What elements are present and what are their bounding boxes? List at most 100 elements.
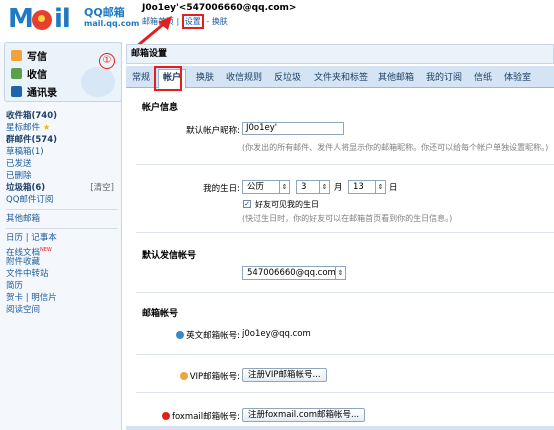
- receive-mail-button[interactable]: 收信: [11, 65, 47, 81]
- divider: [136, 164, 554, 165]
- resume[interactable]: 简历: [6, 280, 118, 292]
- register-vip-button[interactable]: 注册VIP邮箱帐号...: [242, 368, 327, 382]
- attachment-favorites[interactable]: 附件收藏: [6, 256, 118, 268]
- english-account-value: j0o1ey@qq.com: [242, 329, 311, 339]
- header: M il QQ邮箱 mail.qq.com J0o1ey'<547006660@…: [0, 0, 554, 54]
- english-account-icon: [176, 331, 185, 339]
- mail-logo[interactable]: M il: [8, 4, 80, 34]
- english-account-label: 英文邮箱帐号:: [146, 329, 240, 341]
- write-mail-button[interactable]: 写信: [11, 47, 47, 63]
- folder-subscription[interactable]: QQ邮件订阅: [6, 194, 118, 206]
- folder-spam-label: 垃圾箱(6): [6, 183, 46, 193]
- brand-box: QQ邮箱 mail.qq.com: [84, 6, 140, 29]
- dropdown-arrow-icon: ⇕: [375, 181, 385, 193]
- brand-box-domain: mail.qq.com: [84, 19, 140, 28]
- tab-account[interactable]: 帐户: [158, 69, 187, 89]
- folder-drafts[interactable]: 草稿箱(1): [6, 146, 118, 158]
- dropdown-arrow-icon: ⇕: [335, 267, 345, 279]
- dropdown-arrow-icon: ⇕: [319, 181, 329, 193]
- logo-letter-m: M: [8, 4, 34, 34]
- folder-starred-label: 星标邮件: [6, 123, 41, 133]
- vip-account-label: VIP邮箱帐号:: [146, 370, 240, 382]
- skin-link[interactable]: - 换肤: [206, 17, 227, 26]
- tab-rules[interactable]: 收信规则: [226, 70, 262, 88]
- divider: [136, 292, 554, 293]
- online-docs[interactable]: 在线文档NEW: [6, 244, 118, 258]
- tab-subscriptions[interactable]: 我的订阅: [426, 70, 462, 88]
- link-separator: |: [176, 17, 180, 26]
- folder-deleted[interactable]: 已删除: [6, 170, 118, 182]
- vip-account-icon: [179, 372, 188, 380]
- divider: [136, 354, 554, 355]
- new-badge: NEW: [40, 247, 52, 253]
- tab-folders-labels[interactable]: 文件夹和标签: [314, 70, 368, 88]
- divider: [6, 209, 118, 210]
- home-link[interactable]: 邮箱首页: [142, 17, 174, 26]
- tab-labs[interactable]: 体验室: [504, 70, 531, 88]
- calendar-type-value: 公历: [247, 182, 265, 192]
- receive-mail-label: 收信: [27, 69, 47, 81]
- contacts-label: 通讯录: [27, 87, 57, 99]
- sidebar: 写信 收信 通讯录 ① 收件箱(740) 星标邮件 ★ 群邮件(574) 草稿箱…: [0, 42, 122, 430]
- settings-tabs: 常规 帐户 换肤 收信规则 反垃圾 文件夹和标签 其他邮箱 我的订阅 信纸 体验…: [126, 66, 554, 91]
- month-value: 3: [301, 182, 307, 192]
- tab-stationery[interactable]: 信纸: [474, 70, 492, 88]
- folder-inbox[interactable]: 收件箱(740): [6, 110, 118, 122]
- settings-panel: 邮箱设置 常规 帐户 换肤 收信规则 反垃圾 文件夹和标签 其他邮箱 我的订阅 …: [126, 44, 554, 430]
- logo-letters-il: il: [54, 4, 71, 34]
- vip-account-label-text: VIP邮箱帐号:: [189, 372, 240, 382]
- quick-actions: 写信 收信 通讯录 ①: [4, 42, 122, 102]
- section-account-info: 帐户信息: [142, 103, 179, 113]
- day-unit: 日: [389, 183, 398, 193]
- annotation-badge: ①: [99, 53, 115, 69]
- tab-other-mailboxes[interactable]: 其他邮箱: [378, 70, 414, 88]
- star-icon: ★: [42, 123, 51, 133]
- pencil-icon: [11, 49, 22, 61]
- foxmail-icon: [161, 412, 170, 420]
- tab-general[interactable]: 常规: [132, 70, 150, 88]
- folder-sent[interactable]: 已发送: [6, 158, 118, 170]
- dropdown-arrow-icon: ⇕: [279, 181, 289, 193]
- logo-circle-icon: [32, 10, 52, 30]
- default-sender-select[interactable]: 547006660@qq.com ⇕: [242, 266, 346, 280]
- birthday-label: 我的生日:: [203, 184, 240, 194]
- folder-starred[interactable]: 星标邮件 ★: [6, 122, 118, 134]
- tab-skin[interactable]: 换肤: [196, 70, 214, 88]
- reading-space[interactable]: 阅读空间: [6, 304, 118, 316]
- section-default-sender: 默认发信帐号: [142, 251, 197, 261]
- calendar-notes[interactable]: 日历 | 记事本: [6, 232, 118, 244]
- day-select[interactable]: 13 ⇕: [348, 180, 386, 194]
- divider: [136, 392, 554, 393]
- other-mailboxes[interactable]: 其他邮箱: [6, 213, 118, 225]
- month-unit: 月: [334, 183, 343, 193]
- birthday-visible-label: 好友可见我的生日: [255, 200, 319, 209]
- foxmail-account-label: foxmail邮箱帐号:: [138, 410, 240, 422]
- account-line: J0o1ey'<547006660@qq.com>: [142, 3, 297, 13]
- nickname-hint: (你发出的所有邮件、发件人将显示你的邮箱昵称。你还可以给每个帐户单独设置昵称。): [242, 143, 549, 152]
- settings-link[interactable]: 设置: [181, 14, 204, 29]
- nickname-input[interactable]: J0o1ey': [242, 122, 344, 135]
- folder-list: 收件箱(740) 星标邮件 ★ 群邮件(574) 草稿箱(1) 已发送 已删除 …: [6, 110, 118, 316]
- cards-postcards[interactable]: 贺卡 | 明信片: [6, 292, 118, 304]
- folder-spam[interactable]: 垃圾箱(6) [清空]: [6, 182, 118, 194]
- contacts-button[interactable]: 通讯录: [11, 83, 57, 99]
- brand-box-title: QQ邮箱: [84, 6, 125, 19]
- qq-mail-window: M il QQ邮箱 mail.qq.com J0o1ey'<547006660@…: [0, 0, 554, 430]
- inbox-icon: [11, 67, 22, 79]
- contacts-icon: [11, 85, 22, 97]
- birthday-hint: (快过生日时，你的好友可以在邮箱首页看到你的生日信息。): [242, 214, 453, 223]
- mascot-image: [81, 67, 115, 97]
- file-transfer[interactable]: 文件中转站: [6, 268, 118, 280]
- folder-group[interactable]: 群邮件(574): [6, 134, 118, 146]
- birthday-visible-checkbox[interactable]: ✓: [243, 200, 251, 208]
- register-foxmail-button[interactable]: 注册foxmail.com邮箱帐号...: [242, 408, 366, 422]
- header-links: 邮箱首页 | 设置 - 换肤: [142, 14, 296, 29]
- month-select[interactable]: 3 ⇕: [296, 180, 330, 194]
- section-mail-accounts: 邮箱帐号: [142, 309, 179, 319]
- bottom-bar: [126, 426, 554, 430]
- calendar-type-select[interactable]: 公历 ⇕: [242, 180, 290, 194]
- tab-antispam[interactable]: 反垃圾: [274, 70, 301, 88]
- english-account-label-text: 英文邮箱帐号:: [186, 331, 240, 341]
- spam-clear-link[interactable]: [清空]: [90, 182, 114, 194]
- foxmail-account-label-text: foxmail邮箱帐号:: [171, 412, 240, 422]
